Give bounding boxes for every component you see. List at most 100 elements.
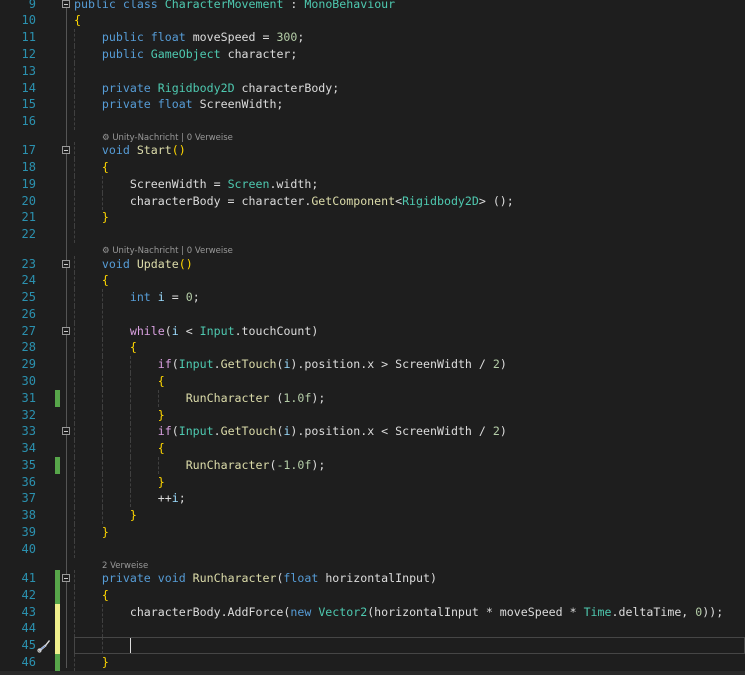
- collapse-icon[interactable]: [62, 326, 70, 335]
- code-text[interactable]: {: [74, 587, 109, 604]
- code-line[interactable]: 12 public GameObject character;: [0, 45, 745, 63]
- code-line[interactable]: 28 {: [0, 339, 745, 357]
- code-text[interactable]: RunCharacter (1.0f);: [74, 390, 326, 407]
- code-line[interactable]: 24 {: [0, 272, 745, 290]
- code-line[interactable]: 17 void Start(): [0, 142, 745, 160]
- collapse-icon[interactable]: [62, 146, 70, 155]
- code-text[interactable]: {: [74, 440, 165, 457]
- token-p: [74, 424, 158, 438]
- line-number: 42: [21, 587, 36, 602]
- line-number: 14: [21, 80, 36, 95]
- line-number: 45: [21, 638, 36, 653]
- code-line[interactable]: 14 private Rigidbody2D characterBody;: [0, 79, 745, 97]
- code-text[interactable]: void Start(): [74, 142, 186, 159]
- code-line[interactable]: 13: [0, 62, 745, 80]
- token-kw: new: [290, 604, 319, 619]
- horizontal-scrollbar[interactable]: [0, 671, 745, 675]
- token-p: ): [499, 357, 507, 372]
- collapse-icon[interactable]: [62, 574, 70, 583]
- code-text[interactable]: characterBody = character.GetComponent<R…: [74, 193, 514, 210]
- code-line[interactable]: 40: [0, 540, 745, 558]
- code-text[interactable]: private Rigidbody2D characterBody;: [74, 80, 339, 97]
- code-line[interactable]: 10 {: [0, 12, 745, 29]
- code-line[interactable]: 23 void Update(): [0, 255, 745, 273]
- code-text[interactable]: private void RunCharacter(float horizont…: [74, 570, 437, 587]
- code-line[interactable]: 11 public float moveSpeed = 300;: [0, 29, 745, 47]
- code-text[interactable]: characterBody.AddForce(new Vector2(horiz…: [74, 604, 723, 621]
- code-line[interactable]: 18 {: [0, 159, 745, 177]
- code-text[interactable]: if(Input.GetTouch(i).position.x < Screen…: [74, 423, 507, 440]
- token-p: [74, 655, 102, 669]
- code-text[interactable]: if(Input.GetTouch(i).position.x > Screen…: [74, 356, 507, 373]
- code-text[interactable]: }: [74, 524, 109, 541]
- code-line[interactable]: 27 while(i < Input.touchCount): [0, 322, 745, 340]
- code-line[interactable]: 34 {: [0, 440, 745, 458]
- code-text[interactable]: RunCharacter(-1.0f);: [74, 457, 326, 474]
- screwdriver-brush-icon[interactable]: [37, 638, 51, 653]
- code-line[interactable]: 39 }: [0, 524, 745, 541]
- code-line[interactable]: 32 }: [0, 406, 745, 424]
- code-line[interactable]: 31 RunCharacter (1.0f);: [0, 389, 745, 407]
- code-line[interactable]: 35 RunCharacter(-1.0f);: [0, 456, 745, 474]
- code-line[interactable]: 20 characterBody = character.GetComponen…: [0, 192, 745, 210]
- code-line[interactable]: 25 int i = 0;: [0, 289, 745, 307]
- code-text[interactable]: {: [74, 159, 109, 176]
- code-text[interactable]: ScreenWidth = Screen.width;: [74, 176, 319, 193]
- code-text[interactable]: int i = 0;: [74, 289, 200, 306]
- code-text[interactable]: public GameObject character;: [74, 46, 297, 63]
- code-line[interactable]: 37 ++i;: [0, 490, 745, 508]
- code-line[interactable]: 9 public class CharacterMovement : MonoBe…: [0, 0, 745, 13]
- change-marker-saved: [55, 456, 60, 474]
- code-line[interactable]: 42 {: [0, 586, 745, 604]
- code-line[interactable]: 46 }: [0, 653, 745, 671]
- line-number: 16: [21, 114, 36, 129]
- code-line[interactable]: 45: [0, 637, 745, 655]
- code-text[interactable]: while(i < Input.touchCount): [74, 323, 319, 340]
- line-number: 25: [21, 290, 36, 305]
- line-number: 28: [21, 340, 36, 355]
- code-text[interactable]: }: [74, 407, 165, 424]
- code-text[interactable]: }: [74, 654, 109, 671]
- code-line[interactable]: 38 }: [0, 507, 745, 525]
- line-number: 36: [21, 474, 36, 489]
- code-line[interactable]: 21 }: [0, 209, 745, 227]
- change-marker-unsaved: [55, 620, 60, 638]
- token-p: [74, 475, 158, 489]
- code-line[interactable]: 33 if(Input.GetTouch(i).position.x < Scr…: [0, 423, 745, 441]
- code-line[interactable]: 19 ScreenWidth = Screen.width;: [0, 175, 745, 193]
- collapse-icon[interactable]: [62, 427, 70, 436]
- code-text[interactable]: }: [74, 209, 109, 226]
- code-text[interactable]: public float moveSpeed = 300;: [74, 29, 304, 46]
- line-number: 12: [21, 46, 36, 61]
- code-line[interactable]: 29 if(Input.GetTouch(i).position.x > Scr…: [0, 356, 745, 374]
- line-number: 31: [21, 390, 36, 405]
- code-line[interactable]: 30 {: [0, 372, 745, 390]
- code-text[interactable]: void Update(): [74, 256, 193, 273]
- code-line[interactable]: 43 characterBody.AddForce(new Vector2(ho…: [0, 603, 745, 621]
- code-text[interactable]: {: [74, 373, 165, 390]
- code-line[interactable]: 22: [0, 226, 745, 244]
- code-line[interactable]: 44: [0, 620, 745, 638]
- code-text[interactable]: ++i;: [74, 490, 186, 507]
- code-line[interactable]: 26: [0, 305, 745, 323]
- code-line[interactable]: 41 private void RunCharacter(float horiz…: [0, 570, 745, 588]
- current-line-highlight: [74, 637, 745, 655]
- code-text[interactable]: {: [74, 339, 137, 356]
- code-line[interactable]: 16: [0, 113, 745, 131]
- collapse-icon[interactable]: [62, 0, 70, 8]
- token-kw: void: [101, 143, 137, 158]
- code-text[interactable]: {: [74, 12, 81, 29]
- code-text[interactable]: private float ScreenWidth;: [74, 96, 284, 113]
- code-text[interactable]: }: [74, 474, 165, 491]
- change-marker-saved: [55, 570, 60, 588]
- indent-guide: [102, 620, 103, 638]
- code-line[interactable]: 36 }: [0, 473, 745, 491]
- code-editor[interactable]: 9 public class CharacterMovement : MonoBe…: [0, 0, 745, 675]
- code-text[interactable]: {: [74, 272, 109, 289]
- collapse-icon[interactable]: [62, 259, 70, 268]
- code-line[interactable]: 15 private float ScreenWidth;: [0, 96, 745, 114]
- code-text[interactable]: public class CharacterMovement : MonoBeh…: [74, 0, 395, 13]
- code-text[interactable]: }: [74, 507, 137, 524]
- token-fn: GetTouch: [220, 357, 277, 372]
- token-ctl: while: [129, 323, 165, 338]
